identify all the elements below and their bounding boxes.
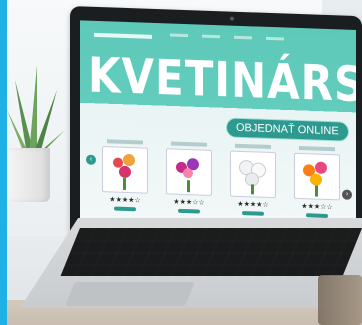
product-card[interactable]: ★★★☆☆ (292, 145, 342, 219)
add-to-cart-button[interactable] (306, 213, 328, 219)
photo-scene: KVETINÁRSTVO OBJEDNAŤ ONLINE ‹ › ★★★★☆ ★… (0, 0, 362, 325)
product-name (107, 139, 143, 145)
product-name (299, 145, 335, 152)
bouquet-image (102, 146, 148, 194)
chevron-left-icon[interactable]: ‹ (86, 154, 96, 165)
product-card[interactable]: ★★★☆☆ (164, 141, 214, 214)
nav-item[interactable] (202, 34, 220, 39)
add-to-cart-button[interactable] (242, 211, 264, 216)
product-carousel: ★★★★☆ ★★★☆☆ ★★★★☆ ★★★☆☆ (100, 139, 342, 219)
bouquet-image (294, 152, 340, 201)
bouquet-image (166, 148, 212, 196)
product-name (235, 143, 271, 150)
site-nav (170, 33, 284, 41)
camera-icon (230, 16, 234, 21)
rating-stars: ★★★★☆ (109, 196, 141, 205)
add-to-cart-button[interactable] (114, 206, 136, 212)
product-card[interactable]: ★★★★☆ (228, 143, 278, 217)
site-logo[interactable] (94, 32, 152, 39)
nav-item[interactable] (234, 35, 252, 40)
laptop-lid: KVETINÁRSTVO OBJEDNAŤ ONLINE ‹ › ★★★★☆ ★… (70, 6, 362, 247)
nav-item[interactable] (170, 33, 188, 38)
rating-stars: ★★★★☆ (237, 200, 269, 209)
laptop-keyboard (60, 228, 362, 276)
hero-title: KVETINÁRSTVO (88, 46, 356, 117)
bouquet-image (230, 150, 276, 199)
add-to-cart-button[interactable] (178, 208, 200, 214)
rating-stars: ★★★☆☆ (173, 198, 205, 207)
product-card[interactable]: ★★★★☆ (100, 139, 150, 212)
rating-stars: ★★★☆☆ (301, 203, 333, 212)
order-online-button[interactable]: OBJEDNAŤ ONLINE (226, 117, 349, 142)
plant-pot (7, 148, 50, 202)
laptop-trackpad (65, 282, 195, 306)
background-object (318, 275, 362, 325)
chevron-right-icon[interactable]: › (342, 189, 352, 200)
laptop-screen: KVETINÁRSTVO OBJEDNAŤ ONLINE ‹ › ★★★★☆ ★… (80, 20, 356, 236)
product-name (171, 141, 207, 147)
nav-item[interactable] (266, 36, 284, 41)
blue-strip (0, 0, 7, 325)
